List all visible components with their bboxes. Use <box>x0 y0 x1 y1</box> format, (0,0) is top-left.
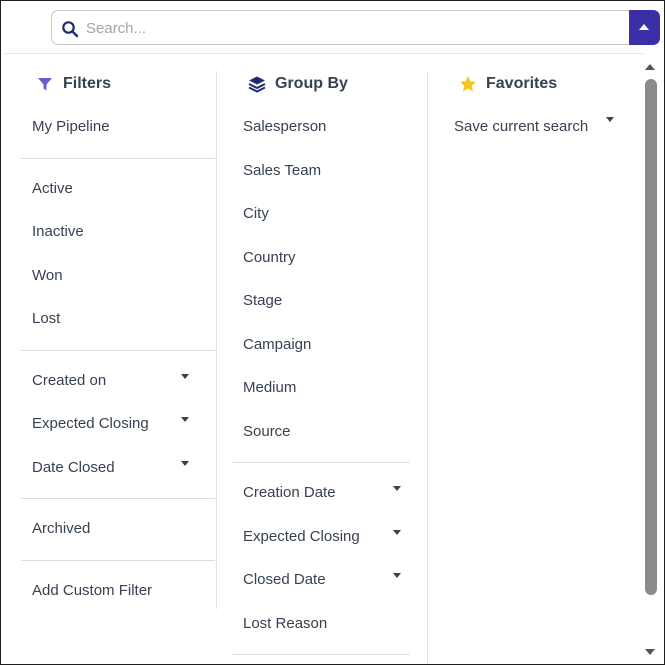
section-divider <box>21 559 215 561</box>
scroll-up-arrow[interactable] <box>644 62 656 72</box>
group-by-item-label: Expected Closing <box>243 527 360 545</box>
filters-header: Filters <box>21 71 215 97</box>
filter-item-label: Active <box>32 179 73 197</box>
filter-item-label: Add Custom Filter <box>32 581 153 599</box>
caret-down-icon[interactable] <box>606 117 614 122</box>
caret-down-icon[interactable] <box>393 573 401 578</box>
filter-lost[interactable]: Lost <box>21 297 215 341</box>
filter-date-closed[interactable]: Date Closed <box>21 446 215 490</box>
filter-add-custom-filter[interactable]: Add Custom Filter <box>21 569 215 613</box>
layers-icon <box>248 76 266 93</box>
filter-item-label: Won <box>32 266 63 284</box>
caret-down-icon[interactable] <box>181 417 189 422</box>
scroll-down-arrow[interactable] <box>644 647 656 657</box>
star-icon <box>460 76 476 92</box>
search-options-panel: Filters My Pipeline Active Inactive Won Lost… <box>4 53 644 664</box>
filters-column: Filters My Pipeline Active Inactive Won Lost… <box>21 71 215 612</box>
favorites-header: Favorites <box>444 71 619 97</box>
filters-list: My Pipeline Active Inactive Won Lost Created … <box>21 105 215 612</box>
caret-down-icon[interactable] <box>181 460 189 466</box>
group-by-item-label: Stage <box>243 292 283 309</box>
section-divider <box>21 157 215 159</box>
search-input[interactable] <box>86 15 606 41</box>
section-divider <box>21 498 215 499</box>
group-by-item-label: Medium <box>243 379 297 396</box>
filter-expected-closing[interactable]: Expected Closing <box>21 402 215 446</box>
caret-down-icon[interactable] <box>181 373 189 379</box>
section-divider <box>233 462 410 463</box>
group-by-stage[interactable]: Stage <box>233 279 410 323</box>
search-bar <box>51 10 660 45</box>
filter-item-label: My Pipeline <box>32 118 110 135</box>
column-divider <box>427 71 428 664</box>
filter-item-label: Date Closed <box>32 458 115 476</box>
favorites-column: Favorites Save current search <box>444 71 619 149</box>
filter-active[interactable]: Active <box>21 167 215 211</box>
funnel-icon <box>38 78 52 91</box>
group-by-column: Group By Salesperson Sales Team City Countr… <box>233 71 410 663</box>
group-by-title: Group By <box>275 75 348 92</box>
filter-my-pipeline[interactable]: My Pipeline <box>21 105 215 149</box>
group-by-item-label: Source <box>243 422 291 440</box>
group-by-item-label: Lost Reason <box>243 614 328 632</box>
section-divider <box>233 654 410 655</box>
group-by-closed-date[interactable]: Closed Date <box>233 558 410 602</box>
column-divider <box>216 71 217 609</box>
group-by-source[interactable]: Source <box>233 410 410 454</box>
group-by-item-label: Campaign <box>243 335 312 353</box>
favorites-list: Save current search <box>444 105 619 149</box>
group-by-item-label: Sales Team <box>243 161 322 179</box>
filter-created-on[interactable]: Created on <box>21 359 215 403</box>
filter-item-label: Inactive <box>32 223 84 240</box>
filter-inactive[interactable]: Inactive <box>21 210 215 254</box>
filters-title: Filters <box>63 75 112 92</box>
group-by-item-label: Salesperson <box>243 118 327 135</box>
favorite-save-current-search[interactable]: Save current search <box>444 105 619 149</box>
group-by-item-label: Creation Date <box>243 484 336 501</box>
scrollbar-thumb[interactable] <box>645 79 657 595</box>
group-by-expected-closing[interactable]: Expected Closing <box>233 515 410 559</box>
group-by-lost-reason[interactable]: Lost Reason <box>233 602 410 646</box>
caret-down-icon[interactable] <box>393 486 401 491</box>
search-icon <box>62 21 79 38</box>
group-by-sales-team[interactable]: Sales Team <box>233 149 410 193</box>
caret-down-icon[interactable] <box>393 529 401 535</box>
toggle-search-panel-button[interactable] <box>629 10 660 45</box>
favorite-item-label: Save current search <box>454 118 589 135</box>
group-by-country[interactable]: Country <box>233 236 410 280</box>
section-divider <box>21 349 215 351</box>
filter-won[interactable]: Won <box>21 254 215 298</box>
search-panel-window: Filters My Pipeline Active Inactive Won Lost… <box>0 0 665 665</box>
group-by-campaign[interactable]: Campaign <box>233 323 410 367</box>
filter-item-label: Archived <box>32 520 91 537</box>
group-by-item-label: Country <box>243 248 296 266</box>
filter-archived[interactable]: Archived <box>21 507 215 551</box>
filter-item-label: Created on <box>32 371 107 389</box>
filter-item-label: Lost <box>32 310 61 327</box>
group-by-list: Salesperson Sales Team City Country Stage Cam… <box>233 105 410 655</box>
group-by-city[interactable]: City <box>233 192 410 236</box>
group-by-item-label: City <box>243 205 269 222</box>
group-by-item-label: Closed Date <box>243 571 326 588</box>
group-by-header: Group By <box>233 71 410 97</box>
caret-up-icon <box>639 24 649 30</box>
group-by-salesperson[interactable]: Salesperson <box>233 105 410 149</box>
group-by-creation-date[interactable]: Creation Date <box>233 471 410 515</box>
group-by-medium[interactable]: Medium <box>233 366 410 410</box>
favorites-title: Favorites <box>486 75 558 92</box>
filter-item-label: Expected Closing <box>32 415 149 432</box>
